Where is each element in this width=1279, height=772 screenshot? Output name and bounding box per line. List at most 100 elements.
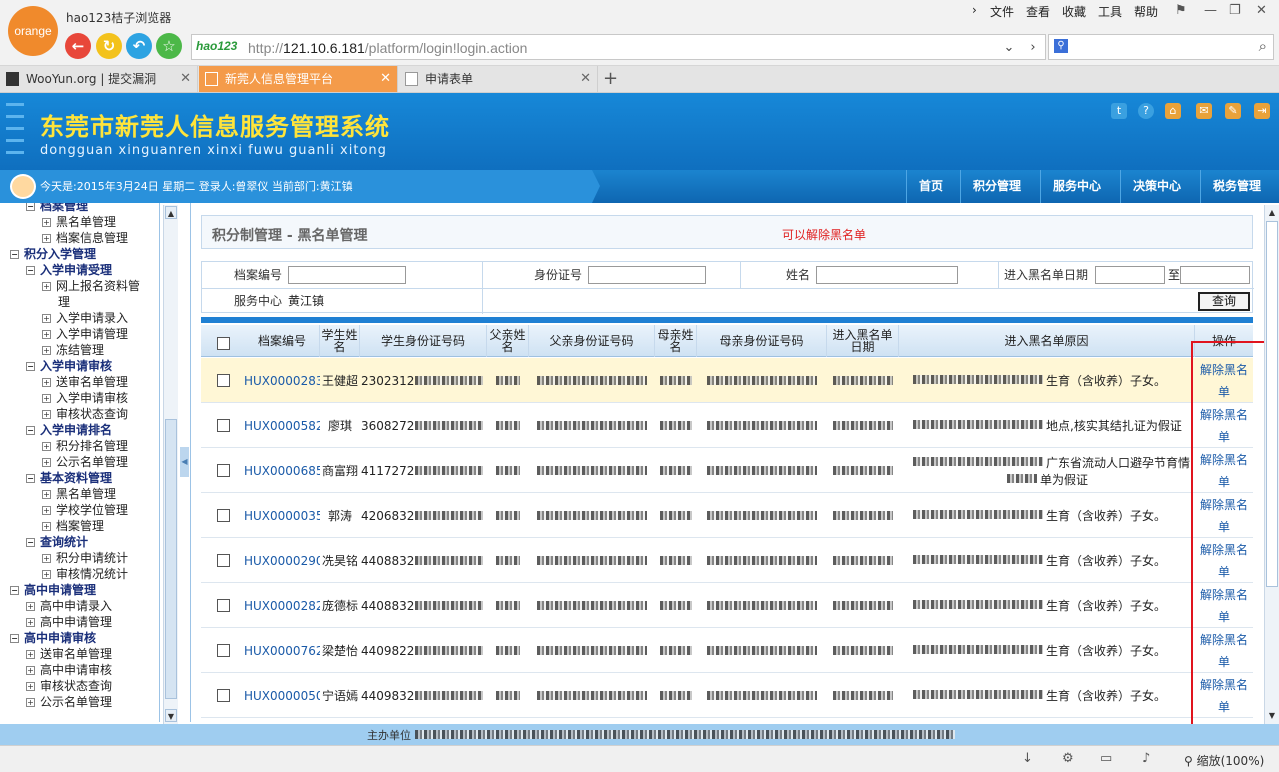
nav-points-management[interactable]: 积分管理: [960, 170, 1033, 203]
sidebar-item[interactable]: + 档案信息管理: [42, 230, 128, 246]
collapse-minus-icon[interactable]: −: [26, 266, 35, 275]
refresh-icon[interactable]: ↻: [96, 33, 122, 59]
sidebar-item[interactable]: − 查询统计: [26, 534, 88, 550]
mail-icon[interactable]: ✉: [1196, 103, 1212, 119]
sidebar-item[interactable]: − 入学申请受理: [26, 262, 112, 278]
sidebar-item[interactable]: + 冻结管理: [42, 342, 104, 358]
expand-plus-icon[interactable]: +: [42, 570, 51, 579]
favorite-star-icon[interactable]: ☆: [156, 33, 182, 59]
expand-plus-icon[interactable]: +: [26, 666, 35, 675]
restore-icon[interactable]: ❐: [1229, 3, 1241, 18]
date-from-input[interactable]: [1095, 266, 1165, 284]
sidebar-collapse-icon[interactable]: ◀: [180, 447, 189, 477]
sidebar-item[interactable]: 理: [58, 294, 70, 310]
file-no-link[interactable]: HUX0000283: [244, 358, 320, 403]
zoom-level[interactable]: ⚲ 缩放(100%): [1184, 752, 1264, 769]
sidebar-item[interactable]: − 高中申请管理: [10, 582, 96, 598]
sidebar-item[interactable]: − 基本资料管理: [26, 470, 112, 486]
scroll-down-icon[interactable]: ▼: [1266, 709, 1278, 722]
close-icon[interactable]: ✕: [1256, 3, 1267, 18]
sidebar-item[interactable]: + 高中申请管理: [26, 614, 112, 630]
sidebar-item[interactable]: + 积分申请统计: [42, 550, 128, 566]
query-button[interactable]: 查询: [1198, 292, 1250, 311]
window-icon[interactable]: ▭: [1100, 751, 1112, 766]
sidebar-scrollbar[interactable]: ▲ ▼: [163, 205, 178, 724]
sidebar-item[interactable]: + 积分排名管理: [42, 438, 128, 454]
expand-plus-icon[interactable]: +: [42, 458, 51, 467]
main-scrollbar[interactable]: ▲ ▼: [1264, 205, 1279, 724]
sidebar-item[interactable]: + 高中申请录入: [26, 598, 112, 614]
collapse-minus-icon[interactable]: −: [26, 362, 35, 371]
expand-plus-icon[interactable]: +: [42, 234, 51, 243]
sidebar-item[interactable]: − 入学申请审核: [26, 358, 112, 374]
expand-plus-icon[interactable]: +: [42, 442, 51, 451]
sidebar-item[interactable]: − 档案管理: [26, 203, 88, 214]
expand-plus-icon[interactable]: +: [42, 346, 51, 355]
sidebar-item[interactable]: + 送审名单管理: [42, 374, 128, 390]
sidebar-item[interactable]: + 公示名单管理: [26, 694, 112, 710]
expand-plus-icon[interactable]: +: [42, 218, 51, 227]
collapse-minus-icon[interactable]: −: [26, 426, 35, 435]
scroll-down-icon[interactable]: ▼: [165, 709, 177, 722]
menu-help[interactable]: 帮助: [1134, 3, 1158, 20]
home-icon[interactable]: ⌂: [1165, 103, 1181, 119]
sidebar-item[interactable]: + 高中申请审核: [26, 662, 112, 678]
edit-icon[interactable]: ✎: [1225, 103, 1241, 119]
collapse-minus-icon[interactable]: −: [26, 474, 35, 483]
download-icon[interactable]: ↓: [1022, 751, 1033, 766]
menu-file[interactable]: 文件: [990, 3, 1014, 20]
orange-logo-icon[interactable]: orange: [8, 6, 58, 56]
date-to-input[interactable]: [1180, 266, 1250, 284]
minimize-icon[interactable]: —: [1204, 3, 1217, 18]
expand-plus-icon[interactable]: +: [42, 394, 51, 403]
expand-plus-icon[interactable]: +: [26, 602, 35, 611]
forward-chevron-icon[interactable]: ›: [1024, 39, 1042, 57]
search-icon[interactable]: ⌕: [1259, 37, 1267, 55]
close-icon[interactable]: ✕: [180, 66, 191, 92]
sidebar-item[interactable]: + 审核情况统计: [42, 566, 128, 582]
tab-wooyun[interactable]: WooYun.org | 提交漏洞 ✕: [0, 66, 198, 92]
sidebar-item[interactable]: + 审核状态查询: [26, 678, 112, 694]
file-no-link[interactable]: HUX0000762: [244, 628, 320, 673]
row-checkbox[interactable]: [217, 689, 230, 702]
expand-plus-icon[interactable]: +: [42, 378, 51, 387]
row-checkbox[interactable]: [217, 644, 230, 657]
id-no-input[interactable]: [588, 266, 706, 284]
collapse-minus-icon[interactable]: −: [10, 634, 19, 643]
menu-favorites[interactable]: 收藏: [1062, 3, 1086, 20]
pin-icon[interactable]: ⚑: [1175, 3, 1187, 18]
home-undo-icon[interactable]: ↶: [126, 33, 152, 59]
sidebar-item[interactable]: − 高中申请审核: [10, 630, 96, 646]
expand-plus-icon[interactable]: +: [42, 490, 51, 499]
settings-gear-icon[interactable]: ⚙: [1062, 751, 1074, 766]
collapse-minus-icon[interactable]: −: [10, 586, 19, 595]
nav-tax-management[interactable]: 税务管理: [1200, 170, 1273, 203]
file-no-link[interactable]: HUX0000582: [244, 403, 320, 448]
sidebar-item[interactable]: + 黑名单管理: [42, 486, 116, 502]
expand-plus-icon[interactable]: +: [42, 410, 51, 419]
menu-view[interactable]: 查看: [1026, 3, 1050, 20]
row-checkbox[interactable]: [217, 374, 230, 387]
tab-xinguanren[interactable]: 新莞人信息管理平台 ✕: [199, 66, 398, 92]
sidebar-item[interactable]: + 学校学位管理: [42, 502, 128, 518]
sidebar-item[interactable]: + 入学申请录入: [42, 310, 128, 326]
expand-plus-icon[interactable]: +: [26, 698, 35, 707]
expand-plus-icon[interactable]: +: [42, 506, 51, 515]
row-checkbox[interactable]: [217, 419, 230, 432]
expand-plus-icon[interactable]: +: [26, 650, 35, 659]
twitter-icon[interactable]: t: [1111, 103, 1127, 119]
close-icon[interactable]: ✕: [380, 66, 391, 92]
expand-plus-icon[interactable]: +: [26, 618, 35, 627]
address-url[interactable]: http://121.10.6.181/platform/login!login…: [248, 40, 527, 56]
scroll-thumb[interactable]: [165, 419, 177, 699]
name-input[interactable]: [816, 266, 958, 284]
address-bar[interactable]: hao123 http://121.10.6.181/platform/logi…: [191, 34, 1046, 60]
file-no-link[interactable]: HUX0000685: [244, 448, 320, 493]
chevron-down-icon[interactable]: ⌄: [1000, 39, 1018, 57]
file-no-link[interactable]: HUX0000282: [244, 583, 320, 628]
menu-tools[interactable]: 工具: [1098, 3, 1122, 20]
tab-application-form[interactable]: 申请表单 ✕: [399, 66, 598, 92]
sidebar-item[interactable]: + 入学申请审核: [42, 390, 128, 406]
sidebar-item[interactable]: + 送审名单管理: [26, 646, 112, 662]
expand-plus-icon[interactable]: +: [42, 330, 51, 339]
